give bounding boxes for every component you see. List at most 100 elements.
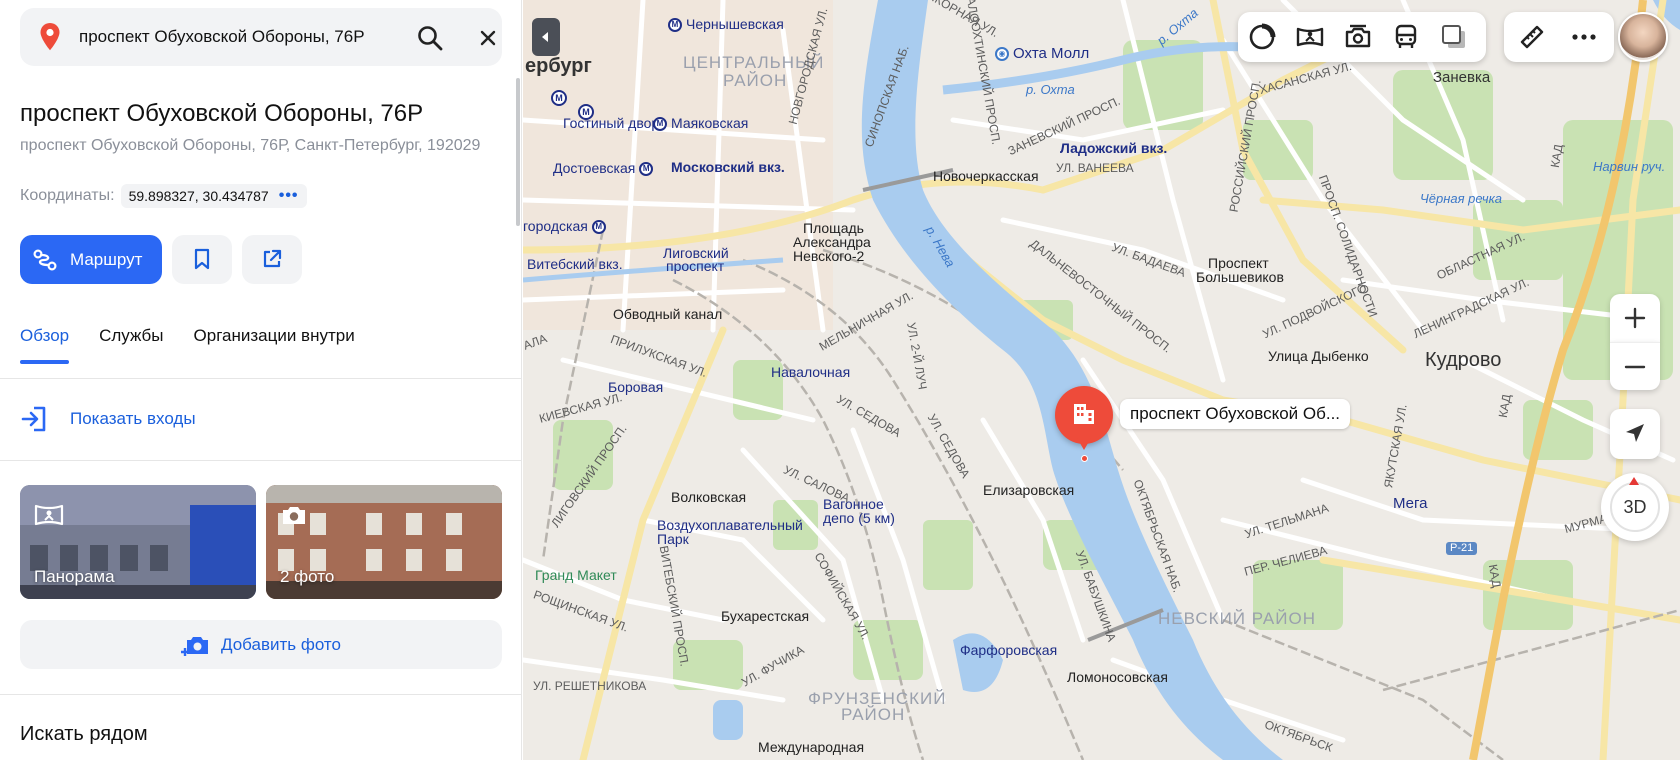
map-style-icon[interactable] xyxy=(1440,23,1468,51)
plus-icon xyxy=(1624,307,1646,329)
map-label-station[interactable]: Фарфоровская xyxy=(960,643,1057,657)
coordinates-more-button[interactable]: ••• xyxy=(279,188,299,204)
bookmark-icon xyxy=(194,248,210,270)
map-label-poi[interactable]: Мега xyxy=(1393,496,1428,511)
map-label-station[interactable]: Елизаровская xyxy=(983,483,1074,497)
map-label-station[interactable]: Ломоносовская xyxy=(1067,670,1168,684)
zoom-in-button[interactable] xyxy=(1610,294,1660,342)
map-label-town: Заневка xyxy=(1433,69,1491,86)
panorama-icon xyxy=(34,504,64,526)
road-badge: Р-21 xyxy=(1446,542,1478,555)
map-label-station[interactable]: Александра xyxy=(793,235,871,249)
map-label-water: Нарвин руч. xyxy=(1593,159,1666,174)
map-layers-toolbar xyxy=(1238,12,1486,62)
panorama-label: Панорама xyxy=(34,567,115,586)
building-icon xyxy=(1074,404,1094,424)
search-bar[interactable]: проспект Обуховской Обороны, 76Р xyxy=(20,8,502,66)
map-label-city: ербург xyxy=(525,55,592,77)
photos-tile[interactable]: 2 фото xyxy=(266,485,502,599)
coordinates-value[interactable]: 59.898327, 30.434787 xyxy=(129,188,269,204)
collapse-sidebar-button[interactable] xyxy=(532,18,560,56)
map-label-station[interactable]: Международная xyxy=(758,740,864,754)
map-label-street: КАД xyxy=(1485,563,1504,589)
photo-layer-icon[interactable] xyxy=(1344,23,1372,51)
chevron-left-icon xyxy=(542,32,548,42)
more-icon[interactable] xyxy=(1570,23,1598,51)
add-photo-button[interactable]: Добавить фото xyxy=(20,620,502,669)
map-label-street: УЛ. ВАНЕЕВА xyxy=(1056,161,1134,175)
bus-layer-icon[interactable] xyxy=(1392,23,1420,51)
map-label-station[interactable]: проспект xyxy=(666,259,724,273)
coordinates-row: Координаты: 59.898327, 30.434787 ••• xyxy=(20,184,307,208)
map-tools-toolbar xyxy=(1504,12,1614,62)
map-label-district: РАЙОН xyxy=(841,705,906,724)
map-label-district: НЕВСКИЙ РАЙОН xyxy=(1158,609,1316,628)
map-label-station[interactable]: Волковская xyxy=(671,490,746,504)
map-label-station[interactable]: M Маяковская xyxy=(653,116,748,132)
zoom-out-button[interactable] xyxy=(1610,342,1660,390)
map-label-district: РАЙОН xyxy=(723,71,788,90)
my-location-button[interactable] xyxy=(1610,409,1660,459)
tab-overview[interactable]: Обзор xyxy=(20,326,70,364)
panorama-layer-icon[interactable] xyxy=(1296,23,1324,51)
show-entrances-label: Показать входы xyxy=(70,409,196,428)
map-pin-icon xyxy=(40,23,60,51)
map-label-station[interactable]: Гостиный двор xyxy=(563,116,659,130)
search-icon[interactable] xyxy=(416,24,444,52)
route-button[interactable]: Маршрут xyxy=(20,235,162,284)
3d-label: 3D xyxy=(1623,497,1647,517)
coordinates-box[interactable]: 59.898327, 30.434787 ••• xyxy=(120,184,307,208)
entrance-icon xyxy=(21,406,46,432)
map-label-station[interactable]: Новочеркасская xyxy=(933,169,1039,183)
close-icon[interactable] xyxy=(480,30,496,46)
map-label-station[interactable]: Московский вкз. xyxy=(671,160,785,174)
map-label-station[interactable]: Витебский вкз. xyxy=(527,257,623,271)
navigation-arrow-icon xyxy=(1626,424,1644,442)
3d-compass-button[interactable]: 3D xyxy=(1601,473,1669,541)
add-photo-divider xyxy=(0,694,521,695)
panorama-tile[interactable]: Панорама xyxy=(20,485,256,599)
tab-services[interactable]: Службы xyxy=(99,326,163,364)
show-entrances-button[interactable]: Показать входы xyxy=(20,402,196,436)
photos-count-label: 2 фото xyxy=(280,567,335,586)
map-label-station[interactable]: Ладожский вкз. xyxy=(1060,141,1167,155)
map-label-station[interactable]: Бухарестская xyxy=(721,609,809,623)
ruler-icon[interactable] xyxy=(1518,23,1546,51)
camera-icon xyxy=(283,507,305,524)
add-photo-icon xyxy=(181,636,208,656)
traffic-layer-icon[interactable] xyxy=(1248,23,1276,51)
user-avatar[interactable] xyxy=(1618,12,1668,62)
place-sidebar: проспект Обуховской Обороны, 76Р проспек… xyxy=(0,0,522,760)
map-label-station[interactable]: Воздухоплавательный xyxy=(657,518,803,532)
panel-scrollbar[interactable] xyxy=(516,78,520,226)
map-canvas[interactable]: ербург M Чернышевская ЦЕНТРАЛЬНЫЙ РАЙОН Г… xyxy=(523,0,1680,760)
map-label-station[interactable]: Невского-2 xyxy=(793,249,864,263)
add-photo-label: Добавить фото xyxy=(221,634,341,654)
map-label-poi[interactable]: ◉ Охта Молл xyxy=(995,46,1089,62)
map-label-station[interactable]: Площадь xyxy=(803,221,864,235)
map-label-water: р. Охта xyxy=(1026,82,1075,97)
map-label-station[interactable]: городская M xyxy=(523,219,610,235)
map-label-station[interactable]: депо (5 км) xyxy=(823,511,895,525)
place-marker-label[interactable]: проспект Обуховской Об... xyxy=(1120,399,1351,429)
metro-icon[interactable]: M xyxy=(578,104,594,120)
map-label-station[interactable]: Улица Дыбенко xyxy=(1268,349,1369,363)
place-address: проспект Обуховской Обороны, 76Р, Санкт-… xyxy=(20,137,481,154)
share-button[interactable] xyxy=(242,235,302,284)
search-input[interactable]: проспект Обуховской Обороны, 76Р xyxy=(79,8,365,66)
map-label-water: Чёрная речка xyxy=(1420,191,1502,206)
map-label-station[interactable]: Обводный канал xyxy=(613,307,722,321)
tabs-divider xyxy=(0,378,521,379)
place-marker[interactable] xyxy=(1055,386,1113,450)
map-label-station[interactable]: Достоевская M xyxy=(553,161,657,177)
metro-icon[interactable]: M xyxy=(551,90,567,106)
marker-location-dot xyxy=(1081,455,1088,462)
map-label-poi[interactable]: Гранд Макет xyxy=(535,568,617,582)
bookmark-button[interactable] xyxy=(172,235,232,284)
map-label-station[interactable]: M Чернышевская xyxy=(668,17,784,33)
map-label-station[interactable]: Навалочная xyxy=(771,365,850,379)
map-label-station[interactable]: Проспект xyxy=(1208,256,1269,270)
tab-organizations-inside[interactable]: Организации внутри xyxy=(194,326,355,364)
map-label-station[interactable]: Парк xyxy=(657,532,689,546)
map-label-station[interactable]: Большевиков xyxy=(1196,270,1284,284)
